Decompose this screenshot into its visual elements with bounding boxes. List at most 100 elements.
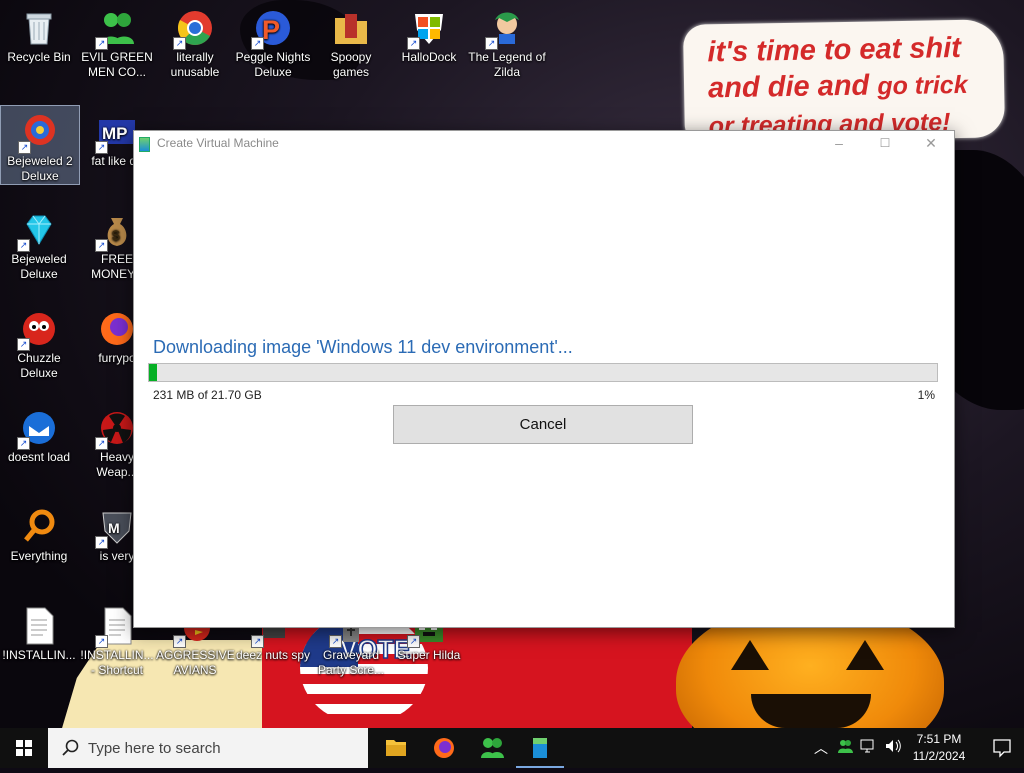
svg-text:M: M [108,520,120,536]
shortcut-arrow-icon: ↗ [17,239,30,252]
desktop-icon-recycle-bin[interactable]: Recycle Bin [0,2,78,65]
shortcut-arrow-icon: ↗ [95,141,108,154]
desktop-icon-everything[interactable]: Everything [0,501,78,564]
shortcut-arrow-icon: ↗ [95,437,108,450]
windows-logo-icon: ↗ [407,8,449,50]
taskbar-green-men[interactable] [468,732,516,764]
minimize-button[interactable]: – [816,131,862,156]
people-tray-icon[interactable] [836,737,854,758]
desktop-icon-installing[interactable]: !INSTALLIN... [0,600,78,663]
desktop-icon-spoopy-games[interactable]: Spoopy games [312,2,390,80]
pumpkin-mouth [751,694,871,728]
desktop-icon-bejeweled-2[interactable]: ↗ Bejeweled 2 Deluxe [0,105,80,185]
taskbar-file-explorer[interactable] [372,732,420,764]
clock-time: 7:51 PM [916,732,962,746]
shortcut-arrow-icon: ↗ [173,635,186,648]
desktop-icon-legend-of-zilda[interactable]: ↗ The Legend of Zilda [468,2,546,80]
recycle-bin-icon [19,8,59,48]
clock-date: 11/2/2024 [912,749,966,763]
icon-label: AGGRESSIVE AVIANS [156,648,235,677]
desktop-icon-literally-unusable[interactable]: ↗ literally unusable [156,2,234,80]
download-progress-bar [148,363,938,382]
pumpkin-eye [731,640,769,670]
icon-label: Bejeweled Deluxe [11,252,67,281]
network-icon[interactable] [860,738,878,757]
start-button[interactable] [0,728,48,768]
search-placeholder: Type here to search [88,740,221,757]
close-button[interactable]: ✕ [908,131,954,156]
pumpkin-eye [846,640,884,670]
chuzzle-icon: ↗ [17,309,59,351]
desktop-icon-hallodock[interactable]: ↗ HalloDock [390,2,468,65]
icon-label: Peggle Nights Deluxe [235,50,311,79]
radiation-icon: ↗ [95,408,137,450]
wallpaper-speech-bubble: it's time to eat shit and die and go tri… [682,19,1006,143]
shortcut-arrow-icon: ↗ [95,239,108,252]
character-sprite-icon: ↗ [485,8,527,50]
icon-label: doesnt load [7,450,71,464]
money-bag-icon: $ ↗ [95,210,137,252]
folder-icon [331,8,371,48]
shield-logo-icon: M ↗ [95,507,137,549]
green-men-icon: ↗ [95,8,137,50]
text-file-icon: ↗ [95,606,137,648]
shortcut-arrow-icon: ↗ [17,338,30,351]
cancel-button[interactable]: Cancel [393,405,693,444]
icon-label: Graveyard Party Scre... [317,648,385,677]
chevron-up-icon[interactable]: ︿ [814,738,832,758]
icon-label: Bejeweled 2 Deluxe [7,154,73,183]
icon-label: The Legend of Zilda [468,50,546,79]
maximize-button[interactable]: ☐ [862,131,908,156]
icon-label: Spoopy games [330,50,372,79]
shortcut-arrow-icon: ↗ [251,635,264,648]
window-titlebar[interactable]: Create Virtual Machine – ☐ ✕ [134,131,954,156]
shortcut-arrow-icon: ↗ [95,536,108,549]
desktop-icon-peggle-nights[interactable]: P ↗ Peggle Nights Deluxe [234,2,312,80]
desktop-icon-bejeweled[interactable]: ↗ Bejeweled Deluxe [0,204,78,282]
taskbar: Type here to search ︿ 7:51 PM 11/2/2024 [0,728,1024,768]
magnifier-icon [19,507,59,547]
svg-text:P: P [262,15,280,45]
shortcut-arrow-icon: ↗ [407,635,420,648]
icon-label: !INSTALLIN... [2,648,76,662]
shortcut-arrow-icon: ↗ [251,37,264,50]
icon-label: literally unusable [170,50,220,79]
taskbar-firefox[interactable] [420,732,468,764]
shortcut-arrow-icon: ↗ [95,37,108,50]
chrome-icon: ↗ [173,8,215,50]
taskbar-search-box[interactable]: Type here to search [48,728,368,768]
bubble-text-line: go trick [877,71,968,101]
text-file-icon [19,606,59,646]
progress-fill [149,364,157,381]
svg-text:$: $ [112,227,120,243]
icon-label: EVIL GREEN MEN CO... [81,50,153,79]
icon-label: HalloDock [401,50,457,64]
desktop-icon-chuzzle[interactable]: ↗ Chuzzle Deluxe [0,303,78,381]
bubble-text-line: and die and [707,69,870,105]
desktop-icon-doesnt-load[interactable]: ↗ doesnt load [0,402,78,465]
desktop-icon-evil-green-men[interactable]: ↗ EVIL GREEN MEN CO... [78,2,156,80]
thunderbird-icon: ↗ [17,408,59,450]
search-icon [62,739,80,762]
icon-label: !INSTALLIN... - Shortcut [80,648,154,677]
shortcut-arrow-icon: ↗ [329,635,342,648]
taskbar-vm-app[interactable] [516,732,564,764]
download-status-text: Downloading image 'Windows 11 dev enviro… [153,337,573,357]
create-vm-window: Create Virtual Machine – ☐ ✕ Downloading… [133,130,955,628]
shortcut-arrow-icon: ↗ [173,37,186,50]
icon-label: Everything [10,549,68,563]
volume-icon[interactable] [884,738,902,757]
window-title: Create Virtual Machine [157,136,279,150]
notification-icon [993,739,1011,758]
shortcut-arrow-icon: ↗ [17,437,30,450]
app-icon [139,137,150,152]
notifications-button[interactable] [980,728,1024,768]
mpr-logo-icon: MP ↗ [95,112,137,154]
bejeweled-2-icon: ↗ [18,112,60,154]
bubble-text-line: it's time to eat shit [707,31,962,69]
shortcut-arrow-icon: ↗ [18,141,31,154]
taskbar-clock[interactable]: 7:51 PM 11/2/2024 [903,731,975,765]
shortcut-arrow-icon: ↗ [95,635,108,648]
firefox-icon [97,309,137,349]
peggle-icon: P ↗ [251,8,293,50]
